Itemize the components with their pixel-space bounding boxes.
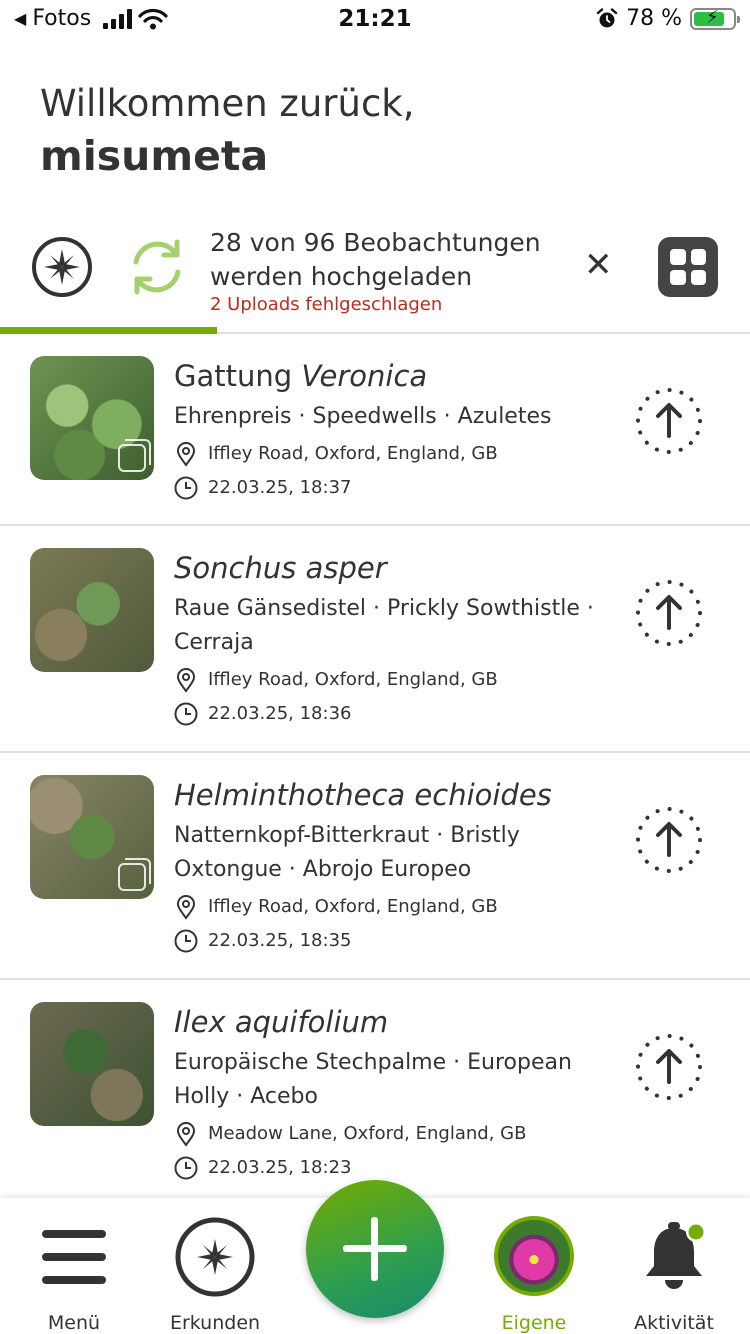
upload-arrow-icon[interactable] xyxy=(634,805,704,875)
clock-icon xyxy=(174,476,198,500)
location-pin-icon xyxy=(176,668,196,693)
multiple-photos-icon xyxy=(118,439,151,472)
welcome-text: Willkommen zurück, xyxy=(40,82,415,125)
multiple-photos-icon xyxy=(118,858,151,891)
add-observation-button[interactable] xyxy=(306,1180,444,1318)
datetime-text: 22.03.25, 18:35 xyxy=(208,930,352,951)
datetime-text: 22.03.25, 18:37 xyxy=(208,477,352,498)
clock-icon xyxy=(174,1156,198,1180)
tab-explore-label: Erkunden xyxy=(169,1312,261,1334)
compass-icon xyxy=(175,1217,255,1297)
list-item[interactable]: Ilex aquifolium Europäische Stechpalme ·… xyxy=(0,980,750,1207)
observation-list: Gattung Veronica Ehrenpreis · Speedwells… xyxy=(0,334,750,1207)
observation-photo xyxy=(30,775,154,899)
list-item[interactable]: Gattung Veronica Ehrenpreis · Speedwells… xyxy=(0,334,750,526)
common-names: Natternkopf-Bitterkraut · Bristly Oxtong… xyxy=(174,823,520,882)
location-text: Iffley Road, Oxford, England, GB xyxy=(208,896,498,917)
location-pin-icon xyxy=(176,442,196,467)
alarm-icon xyxy=(596,7,618,27)
compass-icon xyxy=(44,249,80,285)
location-pin-icon xyxy=(176,1122,196,1147)
observation-photo xyxy=(30,356,154,480)
tab-menu[interactable]: Menü xyxy=(4,1216,144,1334)
observation-photo xyxy=(30,548,154,672)
battery-icon: ⚡ xyxy=(690,6,740,30)
taxon-rank: Gattung xyxy=(174,359,302,393)
upload-progress-text: 28 von 96 Beobachtungen werden hochgelad… xyxy=(210,228,541,291)
charging-bolt-icon: ⚡ xyxy=(706,6,719,28)
upload-progress-bar xyxy=(0,327,217,334)
taxon-name: Ilex aquifolium xyxy=(174,1005,389,1039)
sync-icon[interactable] xyxy=(126,236,188,298)
username: misumeta xyxy=(40,132,269,180)
list-item[interactable]: Sonchus asper Raue Gänsedistel · Prickly… xyxy=(0,526,750,753)
upload-arrow-icon[interactable] xyxy=(634,386,704,456)
notification-bell-icon xyxy=(646,1222,706,1289)
datetime-text: 22.03.25, 18:23 xyxy=(208,1157,352,1178)
common-names: Raue Gänsedistel · Prickly Sowthistle · … xyxy=(174,596,594,655)
observation-photo xyxy=(30,1002,154,1126)
datetime-text: 22.03.25, 18:36 xyxy=(208,703,352,724)
tab-explore[interactable]: Erkunden xyxy=(145,1216,285,1334)
grid-view-button[interactable] xyxy=(658,237,718,297)
close-icon[interactable]: ✕ xyxy=(584,248,613,282)
location-text: Meadow Lane, Oxford, England, GB xyxy=(208,1123,527,1144)
location-pin-icon xyxy=(176,895,196,920)
status-bar: ◀ Fotos 21:21 78 % ⚡ xyxy=(0,0,750,40)
taxon-name: Sonchus asper xyxy=(174,551,387,585)
avatar xyxy=(494,1216,574,1296)
tab-own-observations[interactable]: Eigene xyxy=(464,1216,604,1334)
taxon-name: Veronica xyxy=(301,359,428,393)
upload-arrow-icon[interactable] xyxy=(634,578,704,648)
location-text: Iffley Road, Oxford, England, GB xyxy=(208,669,498,690)
upload-status-bar: 28 von 96 Beobachtungen werden hochgelad… xyxy=(0,222,750,334)
hamburger-menu-icon xyxy=(42,1230,106,1284)
explore-button[interactable] xyxy=(32,237,92,297)
list-item[interactable]: Helminthotheca echioides Natternkopf-Bit… xyxy=(0,753,750,980)
tab-activity[interactable]: Aktivität xyxy=(604,1216,744,1334)
common-names: Ehrenpreis · Speedwells · Azuletes xyxy=(174,404,552,429)
common-names: Europäische Stechpalme · European Holly … xyxy=(174,1050,572,1109)
upload-arrow-icon[interactable] xyxy=(634,1032,704,1102)
tab-own-label: Eigene xyxy=(501,1312,567,1334)
taxon-name: Helminthotheca echioides xyxy=(174,778,552,812)
tab-menu-label: Menü xyxy=(47,1312,101,1334)
clock-icon xyxy=(174,702,198,726)
tab-activity-label: Aktivität xyxy=(634,1312,714,1334)
upload-failed-text[interactable]: 2 Uploads fehlgeschlagen xyxy=(210,294,442,315)
location-text: Iffley Road, Oxford, England, GB xyxy=(208,443,498,464)
battery-percent: 78 % xyxy=(626,6,682,31)
clock-icon xyxy=(174,929,198,953)
